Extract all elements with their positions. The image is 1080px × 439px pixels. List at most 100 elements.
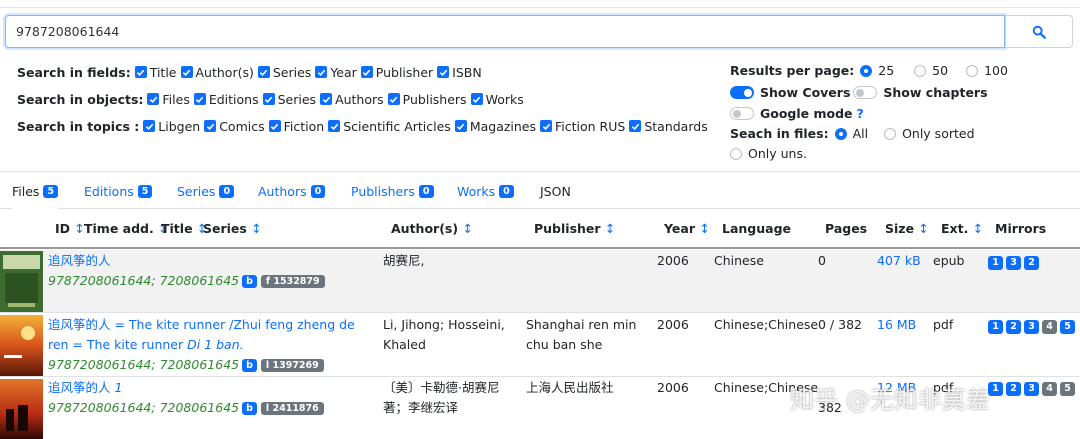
field-checkbox-title[interactable]: Title	[134, 64, 177, 80]
results-per-page: Results per page: 25 50 100	[730, 63, 1020, 78]
topic-checkbox-scientific-articles[interactable]: Scientific Articles	[328, 119, 451, 134]
b-badge[interactable]: b	[242, 359, 257, 372]
topic-checkbox-label: Comics	[219, 118, 265, 134]
title-link[interactable]: 追风筝的人	[48, 253, 111, 268]
checkmark-icon	[204, 120, 217, 132]
col-title[interactable]: Title ↕	[161, 221, 207, 236]
mirror-link[interactable]: 1	[988, 382, 1003, 396]
book-cover-1[interactable]	[0, 251, 43, 312]
isbn-text: 9787208061644; 7208061645	[48, 273, 240, 288]
topic-checkbox-magazines[interactable]: Magazines	[454, 119, 536, 134]
field-checkbox-publisher[interactable]: Publisher	[360, 65, 433, 80]
mirror-link[interactable]: 4	[1042, 320, 1057, 334]
checkmark-icon	[454, 120, 467, 132]
rpp-radio-100[interactable]	[966, 64, 979, 77]
topic-checkbox-fiction-rus[interactable]: Fiction RUS	[540, 119, 625, 134]
mirror-link[interactable]: 5	[1060, 382, 1075, 396]
mirror-link[interactable]: 2	[1006, 320, 1021, 334]
file-id-badge[interactable]: f 1532879	[260, 275, 325, 288]
tab-publishers[interactable]: Publishers 0	[351, 172, 434, 210]
b-badge[interactable]: b	[242, 402, 257, 415]
book-cover-2[interactable]	[0, 315, 43, 376]
field-checkbox-year[interactable]: Year	[315, 65, 357, 80]
title-cell: 追风筝的人 = The kite runner /Zhui feng zheng…	[48, 315, 378, 375]
mirror-link[interactable]: 1	[988, 256, 1003, 270]
field-checkbox-label: Title	[149, 64, 177, 80]
files-only-sorted-radio[interactable]	[884, 127, 897, 140]
tab-publishers-label: Publishers	[351, 183, 415, 199]
col-year[interactable]: Year ↕	[664, 221, 710, 236]
tab-authors[interactable]: Authors 0	[258, 172, 326, 210]
object-checkbox-series[interactable]: Series	[262, 92, 316, 107]
col-ext[interactable]: Ext. ↕	[941, 221, 983, 236]
fields-row: Search in fields: Title Author(s) Series Ye…	[17, 63, 486, 81]
b-badge[interactable]: b	[242, 275, 257, 288]
mirror-link[interactable]: 2	[1006, 382, 1021, 396]
mirror-link[interactable]: 5	[1060, 320, 1075, 334]
files-all-radio[interactable]	[834, 127, 847, 140]
google-mode-toggle[interactable]	[730, 107, 754, 120]
files-only-uns-label: Only uns.	[748, 146, 807, 161]
size-link[interactable]: 16 MB	[877, 315, 916, 335]
col-time-added[interactable]: Time add. ↕	[84, 221, 169, 236]
tab-editions-count: 5	[137, 184, 153, 198]
col-pages: Pages	[825, 221, 868, 236]
tab-json[interactable]: JSON	[540, 172, 571, 210]
checkmark-icon	[328, 120, 341, 132]
mirror-link[interactable]: 1	[988, 320, 1003, 334]
sort-icon: ↕	[604, 221, 616, 236]
show-covers-toggle[interactable]	[730, 86, 754, 99]
files-only-uns-radio[interactable]	[730, 147, 742, 160]
rpp-radio-50[interactable]	[914, 64, 927, 77]
object-checkbox-editions[interactable]: Editions	[193, 92, 259, 107]
topic-checkbox-libgen[interactable]: Libgen	[143, 119, 200, 134]
topic-checkbox-comics[interactable]: Comics	[204, 118, 265, 134]
top-divider	[0, 0, 1080, 8]
col-id[interactable]: ID ↕	[55, 221, 85, 236]
mirror-link[interactable]: 2	[1024, 256, 1039, 270]
mirror-link[interactable]: 3	[1024, 382, 1039, 396]
topic-checkbox-standards[interactable]: Standards	[629, 118, 708, 134]
col-authors[interactable]: Author(s) ↕	[391, 221, 473, 236]
tab-works[interactable]: Works 0	[457, 172, 514, 210]
book-cover-3[interactable]	[0, 379, 43, 439]
object-checkbox-files[interactable]: Files	[147, 91, 190, 107]
mirror-link[interactable]: 3	[1024, 320, 1039, 334]
field-checkbox-author-s[interactable]: Author(s)	[180, 65, 254, 80]
field-checkbox-series[interactable]: Series	[257, 65, 311, 80]
show-chapters-toggle[interactable]	[853, 86, 878, 99]
google-mode-help-link[interactable]: ?	[857, 106, 864, 121]
file-id-badge[interactable]: l 1397269	[260, 359, 324, 372]
mirror-link[interactable]: 4	[1042, 382, 1057, 396]
table-header: ID ↕ Time add. ↕ Title ↕ Series ↕ Author…	[0, 209, 1080, 249]
tab-series[interactable]: Series 0	[177, 172, 235, 210]
col-series[interactable]: Series ↕	[203, 221, 262, 236]
file-id-badge[interactable]: l 2411876	[260, 402, 324, 415]
field-checkbox-isbn[interactable]: ISBN	[437, 65, 482, 80]
object-checkbox-publishers[interactable]: Publishers	[387, 91, 467, 107]
authors-cell: 胡赛尼,	[383, 253, 425, 268]
size-link[interactable]: 407 kB	[877, 251, 921, 271]
object-checkbox-label: Publishers	[402, 91, 467, 107]
rpp-radio-25[interactable]	[860, 64, 873, 77]
tab-editions[interactable]: Editions 5	[84, 172, 153, 210]
object-checkbox-authors[interactable]: Authors	[320, 92, 384, 107]
topic-checkbox-fiction[interactable]: Fiction	[268, 119, 324, 134]
col-publisher[interactable]: Publisher ↕	[534, 221, 615, 236]
google-mode-label: Google mode	[760, 106, 853, 121]
topic-checkbox-label: Standards	[644, 118, 708, 134]
tab-files-label: Files	[12, 183, 40, 199]
title-link[interactable]: 追风筝的人 1	[48, 380, 122, 395]
language-cell: Chinese;Chinese	[714, 317, 819, 332]
tab-json-label: JSON	[540, 183, 571, 199]
search-input[interactable]	[5, 15, 1005, 48]
mirror-link[interactable]: 3	[1006, 256, 1021, 270]
search-button[interactable]	[1005, 15, 1073, 48]
col-authors-label: Author(s)	[391, 221, 459, 236]
tab-files[interactable]: Files 5	[12, 172, 59, 210]
title-link[interactable]: 追风筝的人 = The kite runner /Zhui feng zheng…	[48, 317, 355, 352]
col-size[interactable]: Size ↕	[885, 221, 929, 236]
checkmark-icon	[134, 66, 147, 78]
object-checkbox-label: Files	[162, 91, 190, 107]
object-checkbox-works[interactable]: Works	[470, 92, 524, 107]
